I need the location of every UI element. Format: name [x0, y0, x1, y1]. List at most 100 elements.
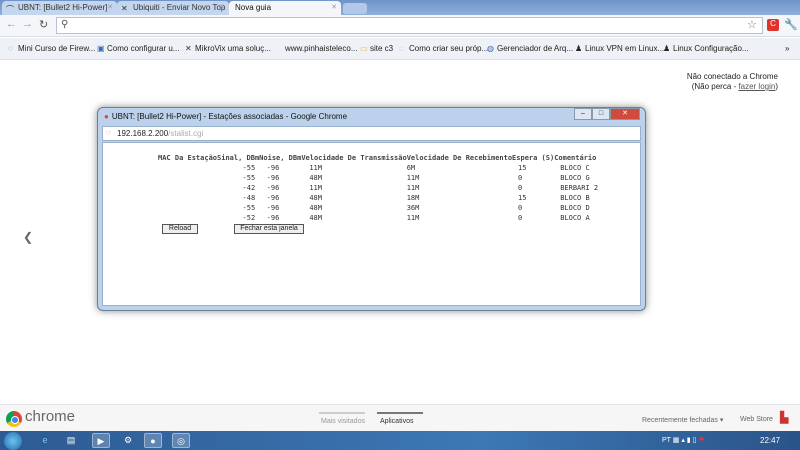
bookmark-item[interactable]: ♟ Linux VPN em Linux...	[575, 44, 664, 53]
bookmark-label: Gerenciador de Arq...	[497, 44, 574, 53]
popup-title: ● UBNT: [Bullet2 Hi-Power] - Estações ass…	[104, 112, 347, 121]
tab-ubiquiti[interactable]: ✕ Ubiquiti - Enviar Novo Top ✕	[117, 1, 229, 15]
bookmarks-bar: ◌ Mini Curso de Firew... ▣ Como configurar…	[0, 38, 800, 60]
globe-icon: ◌	[106, 128, 111, 137]
close-button[interactable]: ✕	[610, 108, 640, 120]
bookmark-item[interactable]: ◍ Gerenciador de Arq...	[487, 44, 573, 53]
table-cell: -96	[266, 184, 280, 192]
table-cell: BERBARI 2	[560, 184, 599, 192]
bookmark-item[interactable]: ▭ site c3	[360, 44, 393, 53]
maximize-button[interactable]: □	[592, 108, 610, 120]
table-cell: 11M	[406, 174, 420, 182]
ntp-footer: chrome Mais visitados Aplicativos Recent…	[0, 404, 800, 431]
table-cell: 11M	[406, 184, 420, 192]
prev-page-icon[interactable]: ❮	[23, 230, 33, 244]
table-cell	[158, 183, 217, 193]
table-cell: BLOCO A	[560, 214, 590, 222]
table-row: -55 -96 48M 11M 0 BLOCO G	[158, 173, 598, 183]
bookmark-item[interactable]: www.pinhaisteleco...	[285, 44, 357, 53]
ubnt-icon: ⌒	[6, 5, 14, 14]
network-app-icon[interactable]: ⚙	[119, 433, 137, 448]
tab-label: UBNT: [Bullet2 Hi-Power]	[18, 3, 108, 12]
globe-icon: ◌	[399, 44, 404, 53]
table-cell: 0	[518, 174, 523, 182]
tab-aplicativos[interactable]: Aplicativos	[380, 418, 413, 425]
signin-prefix: (Não perca -	[691, 82, 739, 91]
bookmark-item[interactable]: ◌ Mini Curso de Firew...	[8, 44, 95, 53]
tab-nova-guia[interactable]: Nova guia ✕	[229, 1, 341, 15]
recently-closed-menu[interactable]: Recentemente fechadas ▾	[642, 416, 723, 424]
popup-content: MAC Da Estação Sinal, DBm Noise, DBm Vel…	[102, 142, 641, 306]
more-bookmarks-icon[interactable]: »	[785, 44, 789, 53]
back-icon[interactable]: ←	[6, 18, 17, 30]
popup-window: ● UBNT: [Bullet2 Hi-Power] - Estações ass…	[97, 107, 646, 311]
table-cell	[158, 213, 217, 223]
close-window-button[interactable]: Fechar esta janela	[234, 224, 304, 234]
table-row: -55 -96 48M 36M 0 BLOCO D	[158, 203, 598, 213]
table-cell: -48	[242, 194, 256, 202]
tux-icon: ♟	[663, 44, 671, 53]
taskbar: e ▤ ▶ ⚙ ● ◎ PT ▦ ▴ ▮ ▯ ⚑ 22:47	[0, 431, 800, 450]
table-cell: 11M	[309, 164, 322, 172]
app-taskbar-icon[interactable]: ◎	[172, 433, 190, 448]
bookmark-label: www.pinhaisteleco...	[285, 44, 358, 53]
close-tab-icon[interactable]: ✕	[219, 3, 225, 11]
close-tab-icon[interactable]: ✕	[107, 3, 113, 11]
tab-mais-visitados[interactable]: Mais visitados	[321, 418, 365, 425]
table-cell	[158, 163, 217, 173]
table-row: -52 -96 48M 11M 0 BLOCO A	[158, 213, 598, 223]
web-store-link[interactable]: Web Store	[740, 416, 773, 423]
forward-icon[interactable]: →	[22, 18, 33, 30]
table-cell: 48M	[309, 194, 322, 202]
bookmark-star-icon[interactable]: ☆	[747, 18, 757, 31]
flag-icon[interactable]: ⚑	[698, 437, 704, 444]
new-tab-button[interactable]	[343, 3, 367, 14]
bookmark-item[interactable]: ▣ Como configurar u...	[97, 44, 179, 53]
table-cell: -96	[266, 214, 280, 222]
tab-strip: ⌒ UBNT: [Bullet2 Hi-Power] ✕ ✕ Ubiquiti - E…	[0, 0, 800, 15]
column-header: Espera (S)	[512, 153, 555, 162]
reload-button[interactable]: Reload	[162, 224, 198, 234]
extension-icon[interactable]: C	[767, 19, 779, 31]
popup-title-text: UBNT: [Bullet2 Hi-Power] - Estações asso…	[111, 112, 348, 121]
column-header: Velocidade De Recebimento	[406, 153, 513, 162]
bookmark-item[interactable]: ◌ Como criar seu próp...	[399, 44, 488, 53]
table-cell: -42	[242, 184, 256, 192]
table-cell: BLOCO C	[560, 164, 590, 172]
mikrovix-icon: ✕	[185, 44, 192, 53]
close-tab-icon[interactable]: ✕	[331, 3, 337, 11]
popup-address-bar[interactable]: ◌ 192.168.2.200/stalist.cgi	[102, 126, 641, 141]
chrome-taskbar-icon[interactable]: ●	[144, 433, 162, 448]
table-cell: 11M	[406, 214, 420, 222]
reload-icon[interactable]: ↻	[39, 18, 48, 31]
table-cell: 15	[518, 194, 527, 202]
login-link[interactable]: fazer login	[738, 82, 775, 91]
bookmark-label: MikroVix uma soluç...	[195, 44, 271, 53]
web-store-icon[interactable]: ▙	[780, 411, 788, 424]
signin-line: Não conectado a Chrome	[686, 72, 778, 81]
omnibox[interactable]: ⚲	[56, 17, 763, 34]
bookmark-item[interactable]: ✕ MikroVix uma soluç...	[185, 44, 271, 53]
media-player-icon[interactable]: ▶	[92, 433, 110, 448]
minimize-button[interactable]: –	[574, 108, 592, 120]
search-icon: ⚲	[61, 19, 69, 30]
start-button[interactable]	[4, 432, 22, 450]
table-cell: BLOCO G	[560, 174, 590, 182]
bookmark-label: Linux VPN em Linux...	[585, 44, 665, 53]
tab-ubnt[interactable]: ⌒ UBNT: [Bullet2 Hi-Power] ✕	[2, 1, 117, 15]
language-indicator[interactable]: PT	[662, 437, 671, 444]
table-cell: 6M	[406, 164, 416, 172]
column-header: MAC Da Estação	[158, 153, 218, 162]
table-cell: 0	[518, 184, 523, 192]
wrench-icon[interactable]: 🔧	[784, 18, 798, 31]
bookmark-item[interactable]: ♟ Linux Configuração...	[663, 44, 749, 53]
chrome-logo-icon	[6, 411, 22, 427]
column-header: Noise, DBm	[259, 153, 302, 162]
table-cell: -96	[266, 194, 280, 202]
clock[interactable]: 22:47	[760, 436, 780, 445]
ie-icon[interactable]: e	[36, 433, 54, 448]
bookmark-label: site c3	[370, 44, 394, 53]
tab-label: Nova guia	[235, 3, 272, 12]
explorer-icon[interactable]: ▤	[62, 433, 80, 448]
page-icon: ▣	[97, 44, 105, 53]
